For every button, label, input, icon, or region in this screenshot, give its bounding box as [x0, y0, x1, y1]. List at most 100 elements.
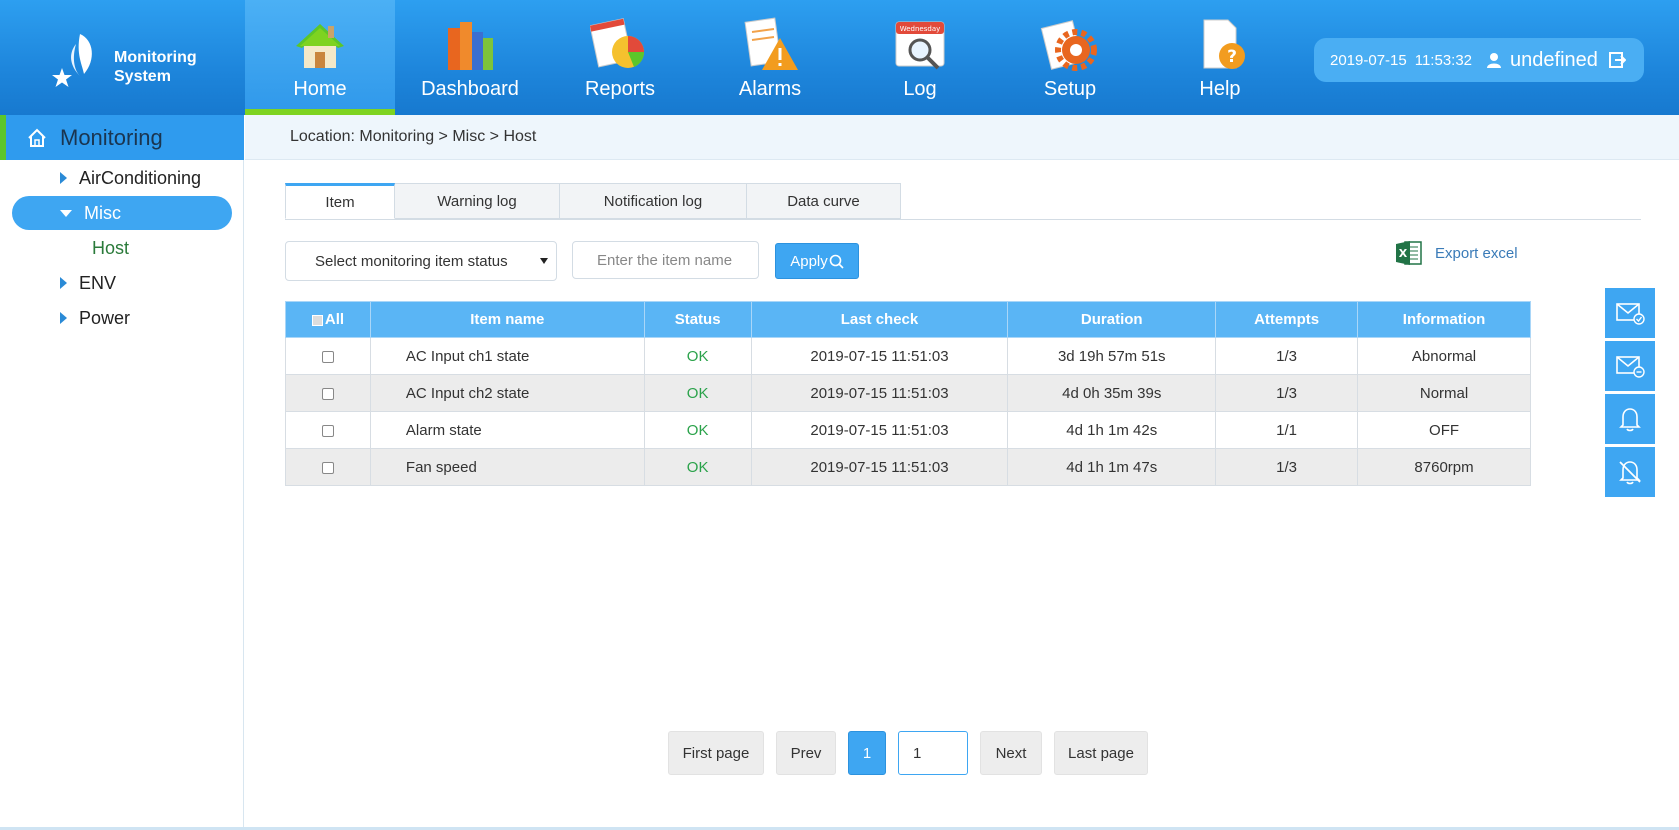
- app-name-line1: Monitoring: [114, 49, 197, 66]
- tab-bar: Item Warning log Notification log Data c…: [285, 183, 901, 219]
- search-icon: [829, 254, 844, 269]
- calendar-search-icon: Wednesday: [895, 21, 945, 70]
- tab-item[interactable]: Item: [285, 183, 395, 219]
- table-row[interactable]: Alarm state OK 2019-07-15 11:51:03 4d 1h…: [285, 411, 1531, 449]
- svg-text:?: ?: [1227, 47, 1237, 67]
- item-name-cell: Alarm state: [369, 411, 645, 449]
- sidebar-item-label: Power: [79, 307, 131, 328]
- last-page-button[interactable]: Last page: [1054, 731, 1148, 775]
- row-select-cell: [285, 337, 371, 375]
- status-cell: OK: [643, 337, 752, 375]
- attempts-cell: 1/3: [1215, 374, 1359, 412]
- sidebar-header[interactable]: Monitoring: [0, 115, 244, 160]
- calendar-badge-text: Wednesday: [900, 25, 941, 33]
- duration-cell: 4d 1h 1m 42s: [1007, 411, 1217, 449]
- expand-arrow-icon: [60, 277, 67, 289]
- table-header-row: All Item name Status Last check Duration…: [285, 301, 1531, 338]
- status-select[interactable]: Select monitoring item status: [285, 241, 557, 281]
- item-name-cell: AC Input ch2 state: [369, 374, 645, 412]
- export-excel-button[interactable]: X Export excel: [1395, 239, 1518, 267]
- items-table: All Item name Status Last check Duration…: [285, 301, 1531, 486]
- row-checkbox[interactable]: [321, 387, 334, 400]
- nav-home[interactable]: Home: [245, 0, 395, 115]
- last-check-cell: 2019-07-15 11:51:03: [750, 337, 1009, 375]
- table-row[interactable]: AC Input ch2 state OK 2019-07-15 11:51:0…: [285, 374, 1531, 412]
- app-logo[interactable]: Monitoring System: [50, 30, 210, 90]
- bell-button[interactable]: [1605, 394, 1655, 444]
- sidebar-item-label: Host: [92, 237, 130, 258]
- collapse-arrow-icon: [60, 209, 72, 217]
- mail-remove-button[interactable]: [1605, 341, 1655, 391]
- status-cell: OK: [643, 448, 752, 486]
- duration-cell: 4d 1h 1m 47s: [1007, 448, 1217, 486]
- nav-help[interactable]: ? Help: [1145, 0, 1295, 115]
- current-time: 11:53:32: [1414, 51, 1473, 69]
- help-document-icon: ?: [1203, 19, 1245, 69]
- tab-divider: [285, 219, 1641, 220]
- prev-page-button[interactable]: Prev: [776, 731, 836, 775]
- first-page-button[interactable]: First page: [668, 731, 764, 775]
- user-info-box: 2019-07-15 11:53:32 undefined: [1314, 38, 1644, 82]
- duration-cell: 3d 19h 57m 51s: [1007, 337, 1217, 375]
- nav-reports[interactable]: Reports: [545, 0, 695, 115]
- item-name-cell: AC Input ch1 state: [369, 337, 645, 375]
- mail-minus-icon: [1616, 356, 1645, 378]
- attempts-cell: 1/3: [1215, 448, 1359, 486]
- row-checkbox[interactable]: [321, 350, 334, 363]
- row-select-cell: [285, 411, 371, 449]
- pagination: First page Prev 1 Next Last page: [668, 731, 1148, 775]
- sidebar-item-label: ENV: [79, 272, 117, 293]
- breadcrumb: Location: Monitoring > Misc > Host: [245, 115, 1679, 160]
- attempts-cell: 1/1: [1215, 411, 1359, 449]
- nav-setup[interactable]: Setup: [995, 0, 1145, 115]
- col-status: Status: [643, 301, 752, 338]
- information-cell: Normal: [1357, 374, 1531, 412]
- books-icon: [448, 22, 493, 70]
- nav-home-label: Home: [293, 78, 347, 100]
- mail-confirm-button[interactable]: [1605, 288, 1655, 338]
- user-icon: [1487, 53, 1502, 68]
- tab-warning-log[interactable]: Warning log: [395, 183, 560, 219]
- row-select-cell: [285, 448, 371, 486]
- sidebar-item-env[interactable]: ENV: [60, 266, 116, 300]
- sidebar-item-host[interactable]: Host: [92, 231, 129, 265]
- nav-alarms[interactable]: Alarms: [695, 0, 845, 115]
- nav-alarms-label: Alarms: [738, 78, 802, 100]
- table-row[interactable]: AC Input ch1 state OK 2019-07-15 11:51:0…: [285, 337, 1531, 375]
- warning-icon: [744, 17, 798, 70]
- status-select-value: Select monitoring item status: [315, 252, 508, 270]
- select-all-checkbox[interactable]: [311, 314, 323, 326]
- top-header: Monitoring System Home Dashboard Reports…: [0, 0, 1679, 115]
- row-checkbox[interactable]: [321, 461, 334, 474]
- sidebar-item-label: Misc: [84, 202, 121, 223]
- row-checkbox[interactable]: [321, 424, 334, 437]
- tab-notification-log[interactable]: Notification log: [560, 183, 747, 219]
- col-last-check: Last check: [750, 301, 1009, 338]
- nav-log[interactable]: Wednesday Log: [845, 0, 995, 115]
- page-number-input[interactable]: [898, 731, 968, 775]
- tab-data-curve[interactable]: Data curve: [747, 183, 901, 219]
- mute-bell-button[interactable]: [1605, 447, 1655, 497]
- col-select-all[interactable]: All: [285, 301, 371, 338]
- item-name-input[interactable]: [572, 241, 759, 279]
- sidebar-item-misc[interactable]: Misc: [12, 196, 232, 230]
- status-cell: OK: [643, 411, 752, 449]
- duration-cell: 4d 0h 35m 39s: [1007, 374, 1217, 412]
- apply-button[interactable]: Apply: [775, 243, 859, 279]
- sidebar-item-airconditioning[interactable]: AirConditioning: [60, 161, 201, 195]
- svg-text:X: X: [1399, 247, 1408, 260]
- gear-icon: [1040, 20, 1097, 71]
- last-check-cell: 2019-07-15 11:51:03: [750, 411, 1009, 449]
- row-select-cell: [285, 374, 371, 412]
- bell-icon: [1619, 408, 1641, 432]
- house-icon: [296, 24, 344, 68]
- nav-dashboard[interactable]: Dashboard: [395, 0, 545, 115]
- current-page-button[interactable]: 1: [848, 731, 886, 775]
- nav-log-label: Log: [903, 78, 937, 100]
- sidebar-item-power[interactable]: Power: [60, 301, 130, 335]
- table-row[interactable]: Fan speed OK 2019-07-15 11:51:03 4d 1h 1…: [285, 448, 1531, 486]
- next-page-button[interactable]: Next: [980, 731, 1042, 775]
- col-header-label: All: [324, 311, 345, 328]
- information-cell: 8760rpm: [1357, 448, 1531, 486]
- logout-icon[interactable]: [1608, 51, 1626, 69]
